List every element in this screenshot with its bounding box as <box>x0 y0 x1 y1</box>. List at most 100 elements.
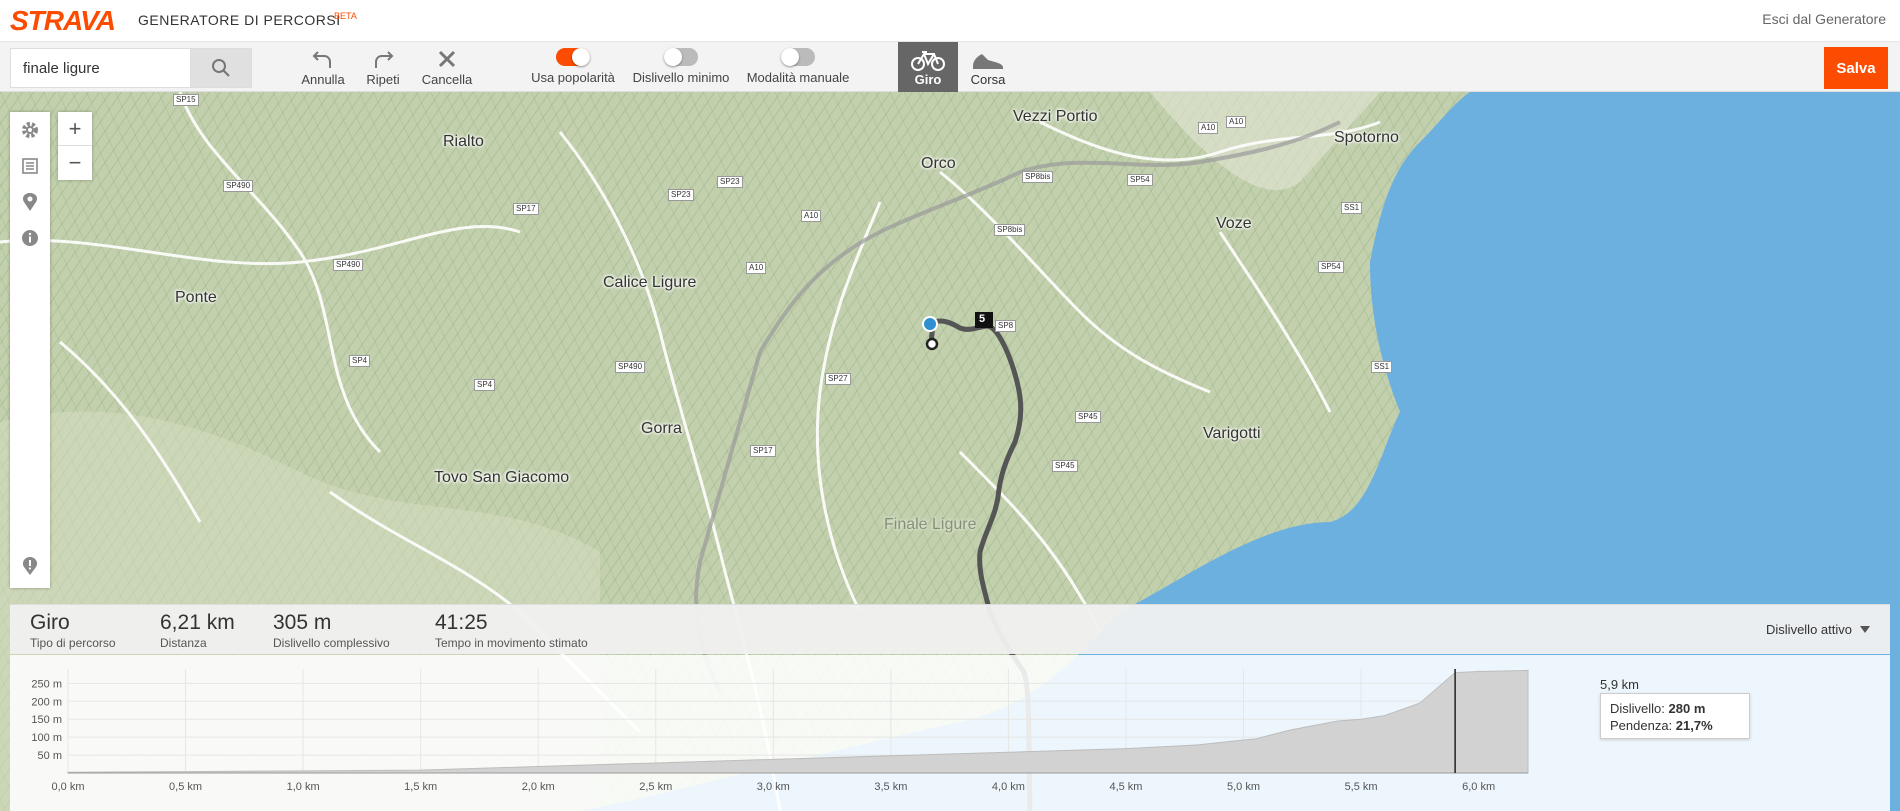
distance-label: Distanza <box>160 636 207 650</box>
road-tag: SP490 <box>333 259 364 271</box>
manual-mode-switch[interactable] <box>781 48 815 66</box>
close-icon <box>438 50 456 68</box>
location-button[interactable] <box>10 184 50 220</box>
tooltip-grade-value: 21,7% <box>1675 718 1713 733</box>
route-km-label: 5 <box>979 313 986 325</box>
alert-pin-icon <box>22 557 38 575</box>
min-elevation-toggle[interactable]: Dislivello minimo <box>632 48 730 85</box>
feedback-button[interactable] <box>10 548 50 584</box>
search-icon <box>212 59 230 77</box>
road-tag: SP17 <box>513 203 539 215</box>
zoom-in-button[interactable]: + <box>58 112 92 146</box>
y-tick-label: 50 m <box>38 750 62 762</box>
tooltip-grade-label: Pendenza: <box>1610 718 1673 733</box>
x-tick-label: 2,5 km <box>639 781 672 793</box>
place-orco: Orco <box>921 155 956 172</box>
redo-label: Ripeti <box>366 72 400 87</box>
road-tag: SP23 <box>668 189 694 201</box>
undo-label: Annulla <box>301 72 345 87</box>
redo-button[interactable]: Ripeti <box>362 46 404 87</box>
road-tag: A10 <box>801 210 822 222</box>
exit-builder-link[interactable]: Esci dal Generatore <box>1762 11 1886 27</box>
location-search-input[interactable] <box>10 48 190 88</box>
road-tag: SP8 <box>995 320 1017 332</box>
strava-logo[interactable]: STRAVA <box>10 5 116 37</box>
elevation-tooltip: Dislivello: 280 m Pendenza: 21,7% <box>1600 693 1750 739</box>
zoom-out-button[interactable]: − <box>58 146 92 180</box>
x-tick-label: 1,0 km <box>287 781 320 793</box>
info-button[interactable] <box>10 220 50 256</box>
road-tag: SS1 <box>1371 361 1393 373</box>
manual-mode-toggle[interactable]: Modalità manuale <box>746 48 850 85</box>
manual-mode-label: Modalità manuale <box>746 70 850 85</box>
route-type-value: Giro <box>30 611 70 634</box>
elevation-value: 305 m <box>273 611 332 634</box>
sport-run-label: Corsa <box>970 72 1006 87</box>
shoe-icon <box>973 54 1003 69</box>
x-tick-label: 1,5 km <box>404 781 437 793</box>
popularity-switch[interactable] <box>556 48 590 66</box>
elevation-label: Dislivello complessivo <box>273 636 390 650</box>
road-tag: SP17 <box>750 445 776 457</box>
x-tick-label: 6,0 km <box>1462 781 1495 793</box>
road-tag: SP15 <box>173 94 199 106</box>
info-icon <box>22 230 38 246</box>
place-finale-ligure: Finale Ligure <box>884 516 977 533</box>
road-tag: SP490 <box>223 180 254 192</box>
place-ponte: Ponte <box>175 289 217 306</box>
x-tick-label: 4,0 km <box>992 781 1025 793</box>
road-tag: SS1 <box>1341 202 1363 214</box>
bike-icon <box>911 51 945 71</box>
place-spotorno: Spotorno <box>1334 129 1399 146</box>
place-vezzi-portio: Vezzi Portio <box>1013 108 1098 125</box>
zoom-controls: + − <box>58 112 92 180</box>
clear-button[interactable]: Cancella <box>420 46 474 87</box>
undo-button[interactable]: Annulla <box>300 46 346 87</box>
x-tick-label: 3,0 km <box>757 781 790 793</box>
list-icon <box>22 158 38 174</box>
y-tick-label: 150 m <box>31 714 62 726</box>
y-tick-label: 100 m <box>31 732 62 744</box>
top-bar: STRAVA GENERATORE DI PERCORSI BETA Esci … <box>0 0 1900 42</box>
stat-elevation: 305 m Dislivello complessivo <box>273 611 390 650</box>
sport-ride-button[interactable]: Giro <box>898 42 958 92</box>
chevron-down-icon <box>1860 625 1870 633</box>
popularity-label: Usa popolarità <box>531 70 615 85</box>
search-button[interactable] <box>190 48 252 88</box>
x-tick-label: 0,0 km <box>51 781 84 793</box>
popularity-toggle[interactable]: Usa popolarità <box>530 48 616 85</box>
route-end-marker <box>925 337 939 351</box>
y-tick-label: 200 m <box>31 696 62 708</box>
moving-time-label: Tempo in movimento stimato <box>435 636 588 650</box>
road-tag: SP23 <box>717 176 743 188</box>
elevation-mode-dropdown[interactable]: Dislivello attivo <box>1766 622 1870 637</box>
toolbar: Annulla Ripeti Cancella Usa popolarità D… <box>0 42 1900 92</box>
min-elevation-switch[interactable] <box>664 48 698 66</box>
stat-distance: 6,21 km Distanza <box>160 611 235 650</box>
road-tag: SP8bis <box>994 224 1026 236</box>
moving-time-value: 41:25 <box>435 611 488 634</box>
save-button[interactable]: Salva <box>1824 47 1888 89</box>
stat-route-type: Giro Tipo di percorso <box>30 611 116 650</box>
elevation-mode-label: Dislivello attivo <box>1766 622 1852 637</box>
route-list-button[interactable] <box>10 148 50 184</box>
x-tick-label: 5,0 km <box>1227 781 1260 793</box>
undo-icon <box>312 51 331 68</box>
elevation-profile[interactable]: 250 m 200 m 150 m 100 m 50 m 0,0 km 0,5 km 1,0 … <box>10 655 1890 811</box>
gear-icon <box>22 122 38 138</box>
x-tick-label: 3,5 km <box>874 781 907 793</box>
road-tag: SP8bis <box>1022 171 1054 183</box>
place-rialto: Rialto <box>443 133 484 150</box>
road-tag: SP45 <box>1052 460 1078 472</box>
route-type-label: Tipo di percorso <box>30 636 116 650</box>
settings-button[interactable] <box>10 112 50 148</box>
sport-run-button[interactable]: Corsa <box>958 42 1018 92</box>
road-tag: SP54 <box>1127 174 1153 186</box>
tooltip-elevation-value: 280 m <box>1668 701 1706 716</box>
road-tag: A10 <box>746 262 767 274</box>
stat-moving-time: 41:25 Tempo in movimento stimato <box>435 611 588 650</box>
road-tag: SP4 <box>474 379 496 391</box>
map-controls <box>10 112 50 588</box>
road-tag: SP27 <box>825 373 851 385</box>
page-title: GENERATORE DI PERCORSI <box>138 12 341 28</box>
